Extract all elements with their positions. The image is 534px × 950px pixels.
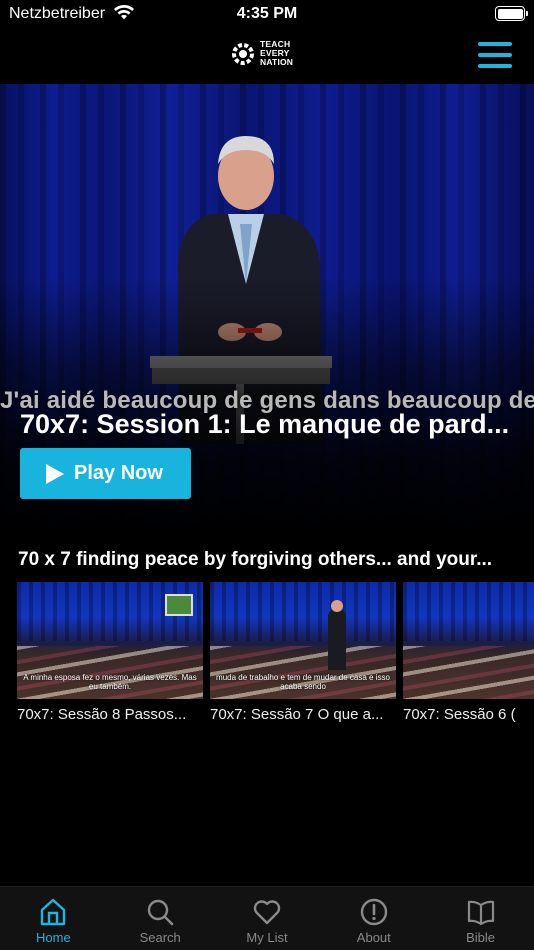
status-bar: Netzbetreiber 4:35 PM bbox=[0, 0, 534, 30]
heart-icon bbox=[253, 900, 281, 925]
tab-search[interactable]: Search bbox=[107, 887, 214, 950]
tab-about-label: About bbox=[356, 930, 391, 945]
episode-card[interactable]: 70x7: Sessão 6 ( bbox=[403, 582, 534, 723]
hamburger-menu-icon[interactable] bbox=[478, 42, 512, 68]
episode-title: 70x7: Sessão 6 ( bbox=[403, 706, 516, 723]
tab-home-label: Home bbox=[36, 930, 71, 945]
info-icon bbox=[360, 898, 387, 926]
hero-title: 70x7: Session 1: Le manque de pard... bbox=[20, 409, 510, 439]
tab-my-list-label: My List bbox=[246, 930, 288, 945]
episode-caption: muda de trabalho e tem de mudar de casa … bbox=[216, 673, 390, 691]
tab-home[interactable]: Home bbox=[0, 887, 107, 950]
episode-carousel[interactable]: A minha esposa fez o mesmo, várias vezes… bbox=[17, 582, 534, 732]
clock: 4:35 PM bbox=[236, 5, 298, 22]
app-header: TEACH EVERY NATION bbox=[0, 30, 534, 84]
teach-every-nation-logo[interactable]: TEACH EVERY NATION bbox=[230, 40, 293, 67]
play-icon bbox=[46, 463, 64, 484]
episode-title: 70x7: Sessão 7 O que a... bbox=[210, 706, 384, 723]
series-title[interactable]: 70 x 7 finding peace by forgiving others… bbox=[18, 549, 518, 571]
tab-my-list[interactable]: My List bbox=[214, 887, 321, 950]
bottom-tab-bar: Home Search My List About Bible bbox=[0, 886, 534, 950]
tab-about[interactable]: About bbox=[320, 887, 427, 950]
tab-bible-label: Bible bbox=[466, 930, 496, 945]
book-icon bbox=[467, 900, 494, 926]
battery-icon bbox=[495, 6, 528, 21]
play-now-label: Play Now bbox=[74, 462, 163, 484]
logo-mark-icon bbox=[232, 42, 254, 65]
home-icon bbox=[41, 898, 66, 926]
episode-card[interactable]: muda de trabalho e tem de mudar de casa … bbox=[210, 582, 396, 723]
episode-thumbnail[interactable]: muda de trabalho e tem de mudar de casa … bbox=[210, 582, 396, 699]
tab-search-label: Search bbox=[139, 930, 181, 945]
episode-title: 70x7: Sessão 8 Passos... bbox=[17, 706, 187, 723]
play-now-button[interactable]: Play Now bbox=[20, 448, 191, 499]
episode-thumbnail[interactable] bbox=[403, 582, 534, 699]
episode-card[interactable]: A minha esposa fez o mesmo, várias vezes… bbox=[17, 582, 203, 723]
logo-text: TEACH EVERY NATION bbox=[260, 39, 294, 67]
episode-thumbnail[interactable]: A minha esposa fez o mesmo, várias vezes… bbox=[17, 582, 203, 699]
featured-hero[interactable]: J'ai aidé beaucoup de gens dans beaucoup… bbox=[0, 84, 534, 536]
search-icon bbox=[147, 899, 174, 926]
episode-caption: A minha esposa fez o mesmo, várias vezes… bbox=[23, 673, 197, 691]
tab-bible[interactable]: Bible bbox=[427, 887, 534, 950]
